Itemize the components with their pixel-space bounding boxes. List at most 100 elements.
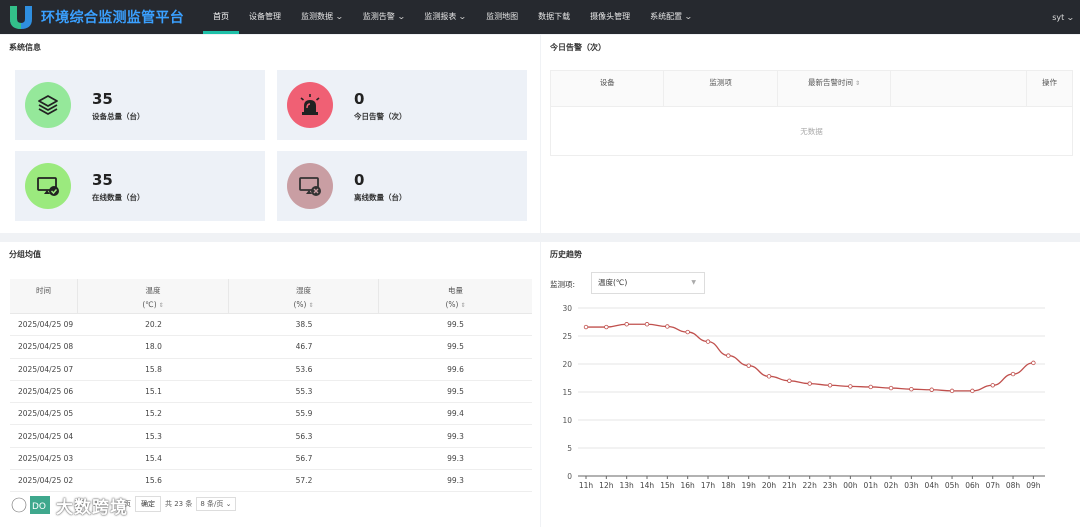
nav-item-8[interactable]: 系统配置 ⌄ xyxy=(640,0,702,34)
table-cell: 46.7 xyxy=(295,342,313,352)
nav-item-label: 首页 xyxy=(213,12,229,21)
x-tick-label: 01h xyxy=(864,481,879,490)
table-cell: 57.2 xyxy=(295,476,313,486)
nav-item-3[interactable]: 监测告警 ⌄ xyxy=(353,0,415,34)
col-temp-unit: (℃) xyxy=(142,300,157,309)
col-device: 设备 xyxy=(551,71,665,106)
chevron-down-icon: ▼ xyxy=(691,279,696,286)
data-point xyxy=(888,385,894,391)
watermark: DO 大数跨境 xyxy=(10,492,128,518)
data-point xyxy=(990,383,995,388)
sort-icon[interactable]: ⇕ xyxy=(460,302,465,309)
nav-item-1[interactable]: 设备管理 xyxy=(239,0,291,34)
x-tick-label: 05h xyxy=(945,481,960,490)
col-action: 操作 xyxy=(1042,78,1058,87)
x-tick-label: 14h xyxy=(640,481,655,490)
data-point xyxy=(726,353,731,358)
user-menu[interactable]: syt ⌄ xyxy=(1052,0,1075,34)
monitor-item-select[interactable]: 温度(℃) ▼ xyxy=(591,272,705,294)
x-tick-label: 09h xyxy=(1026,481,1041,490)
x-tick-label: 17h xyxy=(701,481,716,490)
table-cell: 15.8 xyxy=(145,364,162,374)
sort-icon[interactable]: ⇕ xyxy=(308,302,313,309)
table-body: 2025/04/25 09 20.2 38.5 99.5 2025/04/25 08 18… xyxy=(10,314,532,493)
card-offline: 0 离线数量（台） xyxy=(277,151,527,221)
col-humidity-label: 湿度 xyxy=(296,286,311,295)
x-tick-label: 18h xyxy=(721,481,736,490)
confirm-button[interactable]: 确定 xyxy=(135,496,161,512)
y-tick-label: 10 xyxy=(562,416,572,425)
x-tick-label: 03h xyxy=(904,481,919,490)
group-avg-table: 时间 温度 (℃) ⇕ 湿度 (%) ⇕ 电量 (%) ⇕ 2025/04/25 09 20.… xyxy=(10,279,532,493)
nav-item-label: 摄像头管理 xyxy=(590,12,631,21)
table-cell: 18.0 xyxy=(145,342,162,352)
col-latest-time[interactable]: 最新告警时间 ⇕ xyxy=(778,71,892,106)
card-value: 35 xyxy=(92,171,113,189)
page-size-select[interactable]: 8 条/页 ⌄ xyxy=(196,497,236,511)
data-point xyxy=(848,384,853,389)
y-tick-label: 30 xyxy=(562,304,572,313)
sort-icon[interactable]: ⇕ xyxy=(855,80,860,87)
x-tick-label: 23h xyxy=(823,481,838,490)
table-cell: 53.6 xyxy=(295,364,313,374)
data-point xyxy=(624,322,629,327)
card-alarm-today: 0 今日告警（次） xyxy=(277,70,527,140)
card-value: 35 xyxy=(92,90,113,108)
x-tick-label: 04h xyxy=(925,481,940,490)
table-cell: 38.5 xyxy=(295,320,313,330)
data-point xyxy=(685,329,690,335)
table-cell: 2025/04/25 07 xyxy=(18,364,74,374)
table-cell: 56.3 xyxy=(295,431,313,441)
table-cell: 55.3 xyxy=(295,387,313,397)
data-point xyxy=(970,388,975,394)
series-line xyxy=(585,323,1034,392)
nav-item-2[interactable]: 监测数据 ⌄ xyxy=(291,0,353,34)
card-value: 0 xyxy=(354,90,365,108)
x-tick-label: 08h xyxy=(1006,481,1021,490)
data-point xyxy=(705,339,711,344)
table-cell: 2025/04/25 05 xyxy=(18,409,74,419)
nav-item-label: 系统配置 xyxy=(650,12,683,21)
monitor-item-label: 监测项: xyxy=(550,280,576,289)
monitor-item-value: 温度(℃) xyxy=(598,278,628,287)
nav-item-6[interactable]: 数据下载 xyxy=(528,0,580,34)
data-point xyxy=(827,383,833,388)
table-cell: 15.2 xyxy=(145,409,162,419)
col-battery[interactable]: 电量 (%) ⇕ xyxy=(379,279,532,313)
data-point xyxy=(1010,371,1016,377)
x-tick-label: 12h xyxy=(599,481,614,490)
table-row: 2025/04/25 05 15.2 55.9 99.4 xyxy=(10,403,532,426)
app-logo[interactable]: 环境综合监测监管平台 xyxy=(6,3,196,31)
monitor-x-icon xyxy=(287,163,333,209)
panel-title: 分组均值 xyxy=(9,250,41,259)
y-tick-label: 5 xyxy=(567,444,572,453)
card-label: 离线数量（台） xyxy=(354,193,407,202)
table-cell: 55.9 xyxy=(295,409,313,419)
top-navbar: 环境综合监测监管平台 首页 设备管理 监测数据 ⌄ 监测告警 ⌄ 监测报表 ⌄ 监测地图 数据下载… xyxy=(0,0,1080,34)
table-cell: 2025/04/25 09 xyxy=(18,320,74,330)
x-tick-label: 16h xyxy=(681,481,696,490)
data-point xyxy=(583,324,589,330)
table-cell: 99.4 xyxy=(447,409,464,419)
watermark-text: 大数跨境 xyxy=(56,497,128,518)
table-row: 2025/04/25 03 15.4 56.7 99.3 xyxy=(10,448,532,471)
nav-item-7[interactable]: 摄像头管理 xyxy=(580,0,640,34)
sort-icon[interactable]: ⇕ xyxy=(159,302,164,309)
nav-item-4[interactable]: 监测报表 ⌄ xyxy=(414,0,476,34)
svg-text:DO: DO xyxy=(32,502,46,512)
col-temperature[interactable]: 温度 (℃) ⇕ xyxy=(78,279,229,313)
y-tick-label: 20 xyxy=(562,360,572,369)
data-point xyxy=(949,388,955,394)
alarm-table: 设备 监测项 最新告警时间 ⇕ 操作 无数据 xyxy=(550,70,1073,156)
x-tick-label: 07h xyxy=(986,481,1001,490)
card-label: 在线数量（台） xyxy=(92,193,145,202)
nav-item-5[interactable]: 监测地图 xyxy=(476,0,528,34)
data-point xyxy=(604,324,609,330)
table-row: 2025/04/25 04 15.3 56.3 99.3 xyxy=(10,425,532,448)
col-humidity[interactable]: 湿度 (%) ⇕ xyxy=(229,279,379,313)
table-cell: 2025/04/25 06 xyxy=(18,387,74,397)
table-cell: 2025/04/25 04 xyxy=(18,431,74,441)
table-row: 2025/04/25 08 18.0 46.7 99.5 xyxy=(10,336,532,359)
nav-item-0[interactable]: 首页 xyxy=(203,0,239,34)
x-tick-label: 02h xyxy=(884,481,899,490)
